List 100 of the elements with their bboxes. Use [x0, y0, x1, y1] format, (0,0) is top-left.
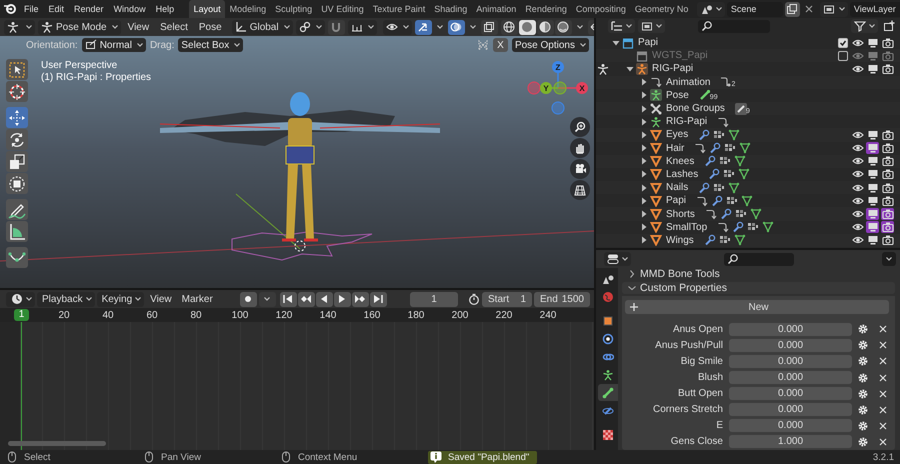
- menu-dropdown[interactable]: Playback: [37, 292, 95, 306]
- menu-dropdown[interactable]: Keying: [96, 292, 144, 306]
- pose-options-dropdown[interactable]: Pose Options: [512, 38, 589, 52]
- property-label: Corners Stretch: [652, 404, 724, 416]
- tree-row[interactable]: RIG-Papi: [596, 62, 900, 76]
- orientation-dropdown[interactable]: Normal: [82, 38, 146, 52]
- item-name: SmallTop: [666, 222, 708, 233]
- frame-number: 80: [189, 310, 203, 320]
- frame-number: 100: [230, 310, 250, 320]
- end-frame-field[interactable]: End 1500: [534, 292, 590, 306]
- menu-item[interactable]: Select: [156, 22, 192, 32]
- item-name: Papi: [638, 37, 658, 48]
- item-name: RIG-Papi: [652, 63, 694, 74]
- item-name: Eyes: [666, 129, 688, 140]
- number-field[interactable]: 0.000: [729, 419, 852, 432]
- panel-header[interactable]: MMD Bone Tools: [622, 268, 895, 280]
- workspace-tab[interactable]: Geometry No: [630, 0, 693, 18]
- current-frame-field[interactable]: 1: [410, 292, 458, 306]
- frame-number: 140: [318, 310, 338, 320]
- menu-item[interactable]: Help: [150, 0, 180, 18]
- playhead-frame-badge[interactable]: 1: [14, 309, 29, 321]
- property-label: Gens Close: [670, 436, 724, 448]
- scene-name-field[interactable]: Scene: [726, 2, 783, 16]
- tree-row[interactable]: SmallTop: [596, 220, 900, 234]
- orientation-dropdown[interactable]: Global: [232, 20, 293, 34]
- panel-header[interactable]: Custom Properties: [622, 282, 895, 294]
- number-field[interactable]: 0.000: [729, 371, 852, 384]
- status-hint: Select: [24, 452, 50, 462]
- property-label: Anus Push/Pull: [654, 340, 724, 351]
- axis-0-handle[interactable]: Z: [552, 61, 564, 73]
- drag-label: Drag:: [150, 40, 174, 50]
- workspace-tab[interactable]: Layout: [189, 0, 226, 18]
- menu-item[interactable]: Render: [69, 0, 109, 18]
- item-name: Papi: [666, 195, 686, 206]
- item-name: Wings: [666, 234, 694, 246]
- status-hint: Pan View: [161, 452, 201, 462]
- property-label: Butt Open: [676, 388, 724, 400]
- view-layer-name-field[interactable]: ViewLayer: [850, 2, 900, 16]
- workspace-tab[interactable]: Compositing: [571, 0, 630, 18]
- start-frame-field[interactable]: Start 1: [482, 292, 532, 306]
- menu-item[interactable]: View: [146, 294, 176, 304]
- frame-number: 40: [101, 310, 115, 320]
- workspace-tab[interactable]: Sculpting: [270, 0, 317, 18]
- mode-dropdown[interactable]: Pose Mode: [38, 20, 121, 34]
- number-field[interactable]: 0.000: [729, 338, 852, 352]
- frame-number: 160: [362, 310, 382, 320]
- frame-number: 120: [274, 310, 294, 320]
- workspace-tab[interactable]: Rendering: [520, 0, 572, 18]
- version-label: 3.2.1: [872, 452, 894, 462]
- tree-row[interactable]: Papi: [596, 194, 900, 208]
- tree-row[interactable]: Hair: [596, 142, 900, 155]
- property-label: Big Smile: [680, 356, 724, 367]
- tree-row[interactable]: Papi: [596, 36, 900, 50]
- axis-1-handle[interactable]: Y: [540, 82, 552, 94]
- item-name: Shorts: [666, 208, 695, 220]
- property-label: E: [715, 420, 724, 432]
- item-name: WGTS_Papi: [652, 50, 708, 62]
- frame-number: 60: [145, 310, 159, 320]
- frame-number: 220: [494, 310, 514, 320]
- item-name: Nails: [666, 182, 688, 194]
- status-hint: Context Menu: [298, 452, 358, 462]
- workspace-tab[interactable]: Shading: [430, 0, 472, 18]
- drag-dropdown[interactable]: Select Box: [178, 38, 244, 52]
- menu-item[interactable]: Pose: [194, 22, 226, 32]
- property-label: Anus Open: [672, 324, 724, 335]
- item-name: Hair: [666, 142, 684, 154]
- viewport-info-text: (1) RIG-Papi : Properties: [41, 72, 152, 83]
- item-name: Knees: [666, 156, 694, 167]
- menu-item[interactable]: View: [124, 22, 154, 32]
- item-name: Bone Groups: [666, 103, 725, 114]
- tree-row[interactable]: Lashes: [596, 168, 900, 182]
- viewport-info-text: User Perspective: [41, 60, 118, 71]
- frame-number: 180: [406, 310, 426, 320]
- menu-item[interactable]: Edit: [44, 0, 70, 18]
- number-field[interactable]: 0.000: [729, 387, 852, 400]
- item-name: Pose: [666, 90, 689, 101]
- number-field[interactable]: 0.000: [729, 322, 852, 336]
- tree-row[interactable]: RIG-Papi: [596, 115, 900, 128]
- new-property-button[interactable]: New: [625, 300, 889, 314]
- menu-item[interactable]: Marker: [178, 294, 217, 304]
- item-name: RIG-Papi: [666, 116, 708, 128]
- number-field[interactable]: 1.000: [729, 435, 852, 448]
- number-field[interactable]: 0.000: [729, 354, 852, 368]
- menu-item[interactable]: Window: [108, 0, 151, 18]
- workspace-tab[interactable]: UV Editing: [316, 0, 368, 18]
- orientation-label: Orientation:: [26, 40, 78, 50]
- workspace-tab[interactable]: Animation: [472, 0, 521, 18]
- workspace-tab[interactable]: Texture Paint: [368, 0, 430, 18]
- message-text: Saved "Papi.blend": [448, 452, 530, 462]
- property-label: Blush: [696, 372, 724, 384]
- navigation-gizmo[interactable]: Z Y X: [526, 59, 590, 117]
- workspace-tab[interactable]: Modeling: [225, 0, 271, 18]
- item-name: Lashes: [666, 168, 698, 180]
- menu-item[interactable]: File: [19, 0, 44, 18]
- axis-2-handle[interactable]: X: [576, 82, 588, 94]
- x-mirror-toggle[interactable]: X: [492, 38, 508, 52]
- frame-number: 240: [538, 310, 558, 320]
- frame-number: 20: [57, 310, 71, 320]
- frame-number: 200: [450, 310, 470, 320]
- number-field[interactable]: 0.000: [729, 403, 852, 416]
